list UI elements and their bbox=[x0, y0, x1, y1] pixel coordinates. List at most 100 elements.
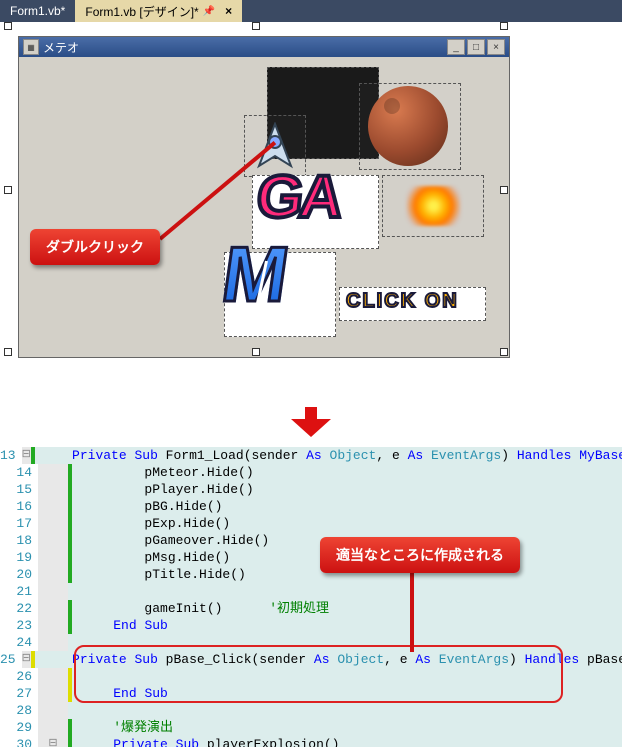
callout-doubleclick: ダブルクリック bbox=[30, 229, 160, 265]
change-bar bbox=[68, 617, 76, 634]
code-text[interactable]: End Sub bbox=[76, 617, 622, 634]
code-line[interactable]: 17 pExp.Hide() bbox=[0, 515, 622, 532]
close-icon[interactable]: × bbox=[225, 4, 232, 18]
change-bar bbox=[68, 515, 76, 532]
fold-toggle[interactable]: ⊟ bbox=[22, 651, 31, 668]
code-text[interactable]: pMeteor.Hide() bbox=[76, 464, 622, 481]
code-line[interactable]: 13⊟ Private Sub Form1_Load(sender As Obj… bbox=[0, 447, 622, 464]
crack-graphic bbox=[295, 265, 315, 318]
change-bar bbox=[68, 481, 76, 498]
planet-graphic bbox=[368, 86, 448, 166]
fold-toggle bbox=[38, 515, 68, 532]
code-line[interactable]: 29 '爆発演出 bbox=[0, 719, 622, 736]
fold-toggle bbox=[38, 464, 68, 481]
change-bar bbox=[68, 719, 76, 736]
code-line[interactable]: 23 End Sub bbox=[0, 617, 622, 634]
change-bar bbox=[68, 498, 76, 515]
line-number: 29 bbox=[0, 719, 38, 736]
minimize-button[interactable]: _ bbox=[447, 39, 465, 55]
fold-toggle bbox=[38, 702, 68, 719]
code-line[interactable]: 28 bbox=[0, 702, 622, 719]
line-number: 26 bbox=[0, 668, 38, 685]
msg-text: CLICK ON bbox=[346, 290, 459, 313]
fold-toggle bbox=[38, 685, 68, 702]
line-number: 27 bbox=[0, 685, 38, 702]
change-bar bbox=[68, 464, 76, 481]
change-bar bbox=[68, 532, 76, 549]
tab-code[interactable]: Form1.vb* bbox=[0, 1, 75, 21]
code-line[interactable]: 22 gameInit() '初期処理 bbox=[0, 600, 622, 617]
line-number: 18 bbox=[0, 532, 38, 549]
code-line[interactable]: 20 pTitle.Hide() bbox=[0, 566, 622, 583]
tab-designer[interactable]: Form1.vb [デザイン]* 📌 × bbox=[75, 0, 242, 23]
resize-handle[interactable] bbox=[4, 348, 12, 356]
tab-bar: Form1.vb* Form1.vb [デザイン]* 📌 × bbox=[0, 0, 622, 22]
picturebox-planet[interactable] bbox=[359, 83, 461, 170]
change-bar bbox=[68, 583, 76, 600]
fold-toggle bbox=[38, 617, 68, 634]
line-number: 16 bbox=[0, 498, 38, 515]
code-text[interactable]: gameInit() '初期処理 bbox=[76, 600, 622, 617]
code-text[interactable]: pExp.Hide() bbox=[76, 515, 622, 532]
highlight-box bbox=[74, 645, 563, 703]
form-title-text: メテオ bbox=[43, 39, 79, 56]
line-number: 13 bbox=[0, 447, 22, 464]
line-number: 20 bbox=[0, 566, 38, 583]
code-line[interactable]: 15 pPlayer.Hide() bbox=[0, 481, 622, 498]
code-text[interactable]: pPlayer.Hide() bbox=[76, 481, 622, 498]
fold-toggle bbox=[38, 634, 68, 651]
code-text[interactable] bbox=[76, 702, 622, 719]
code-line[interactable]: 19 pMsg.Hide() bbox=[0, 549, 622, 566]
line-number: 17 bbox=[0, 515, 38, 532]
tab-label: Form1.vb [デザイン]* bbox=[85, 3, 198, 20]
close-button[interactable]: × bbox=[487, 39, 505, 55]
fold-toggle bbox=[38, 566, 68, 583]
form-window[interactable]: ▦ メテオ _ □ × GA bbox=[18, 36, 510, 358]
code-text[interactable]: '爆発演出 bbox=[76, 719, 622, 736]
form-titlebar: ▦ メテオ _ □ × bbox=[19, 37, 509, 57]
resize-handle[interactable] bbox=[4, 186, 12, 194]
line-number: 23 bbox=[0, 617, 38, 634]
line-number: 22 bbox=[0, 600, 38, 617]
fold-toggle bbox=[38, 600, 68, 617]
picturebox-msg[interactable]: CLICK ON bbox=[339, 287, 486, 321]
pin-icon[interactable]: 📌 bbox=[203, 6, 215, 17]
callout-leader bbox=[410, 562, 414, 652]
line-number: 28 bbox=[0, 702, 38, 719]
fold-toggle[interactable]: ⊟ bbox=[22, 447, 31, 464]
fold-toggle bbox=[38, 498, 68, 515]
code-text[interactable]: pBG.Hide() bbox=[76, 498, 622, 515]
line-number: 15 bbox=[0, 481, 38, 498]
code-text[interactable]: Private Sub Form1_Load(sender As Object,… bbox=[35, 447, 622, 464]
fold-toggle bbox=[38, 583, 68, 600]
change-bar bbox=[68, 549, 76, 566]
line-number: 19 bbox=[0, 549, 38, 566]
resize-handle[interactable] bbox=[252, 22, 260, 30]
fold-toggle bbox=[38, 719, 68, 736]
code-line[interactable]: 21 bbox=[0, 583, 622, 600]
form-client-area[interactable]: GA M CLICK ON bbox=[19, 57, 509, 357]
code-editor[interactable]: 13⊟ Private Sub Form1_Load(sender As Obj… bbox=[0, 447, 622, 747]
fold-toggle bbox=[38, 549, 68, 566]
fold-toggle bbox=[38, 481, 68, 498]
picturebox-title[interactable]: M bbox=[224, 252, 336, 337]
form-icon: ▦ bbox=[23, 39, 39, 55]
change-bar bbox=[68, 600, 76, 617]
resize-handle[interactable] bbox=[500, 186, 508, 194]
resize-handle[interactable] bbox=[252, 348, 260, 356]
resize-handle[interactable] bbox=[500, 348, 508, 356]
maximize-button[interactable]: □ bbox=[467, 39, 485, 55]
code-line[interactable]: 14 pMeteor.Hide() bbox=[0, 464, 622, 481]
explosion-graphic bbox=[406, 186, 461, 226]
fold-toggle bbox=[38, 668, 68, 685]
arrow-down-icon bbox=[0, 402, 622, 447]
code-line[interactable]: 16 pBG.Hide() bbox=[0, 498, 622, 515]
code-text[interactable] bbox=[76, 583, 622, 600]
resize-handle[interactable] bbox=[4, 22, 12, 30]
resize-handle[interactable] bbox=[500, 22, 508, 30]
code-line[interactable]: 18 pGameover.Hide() bbox=[0, 532, 622, 549]
callout-created: 適当なところに作成される bbox=[320, 537, 520, 573]
designer-surface[interactable]: ▦ メテオ _ □ × GA bbox=[0, 22, 622, 402]
picturebox-explosion[interactable] bbox=[382, 175, 484, 237]
line-number: 21 bbox=[0, 583, 38, 600]
